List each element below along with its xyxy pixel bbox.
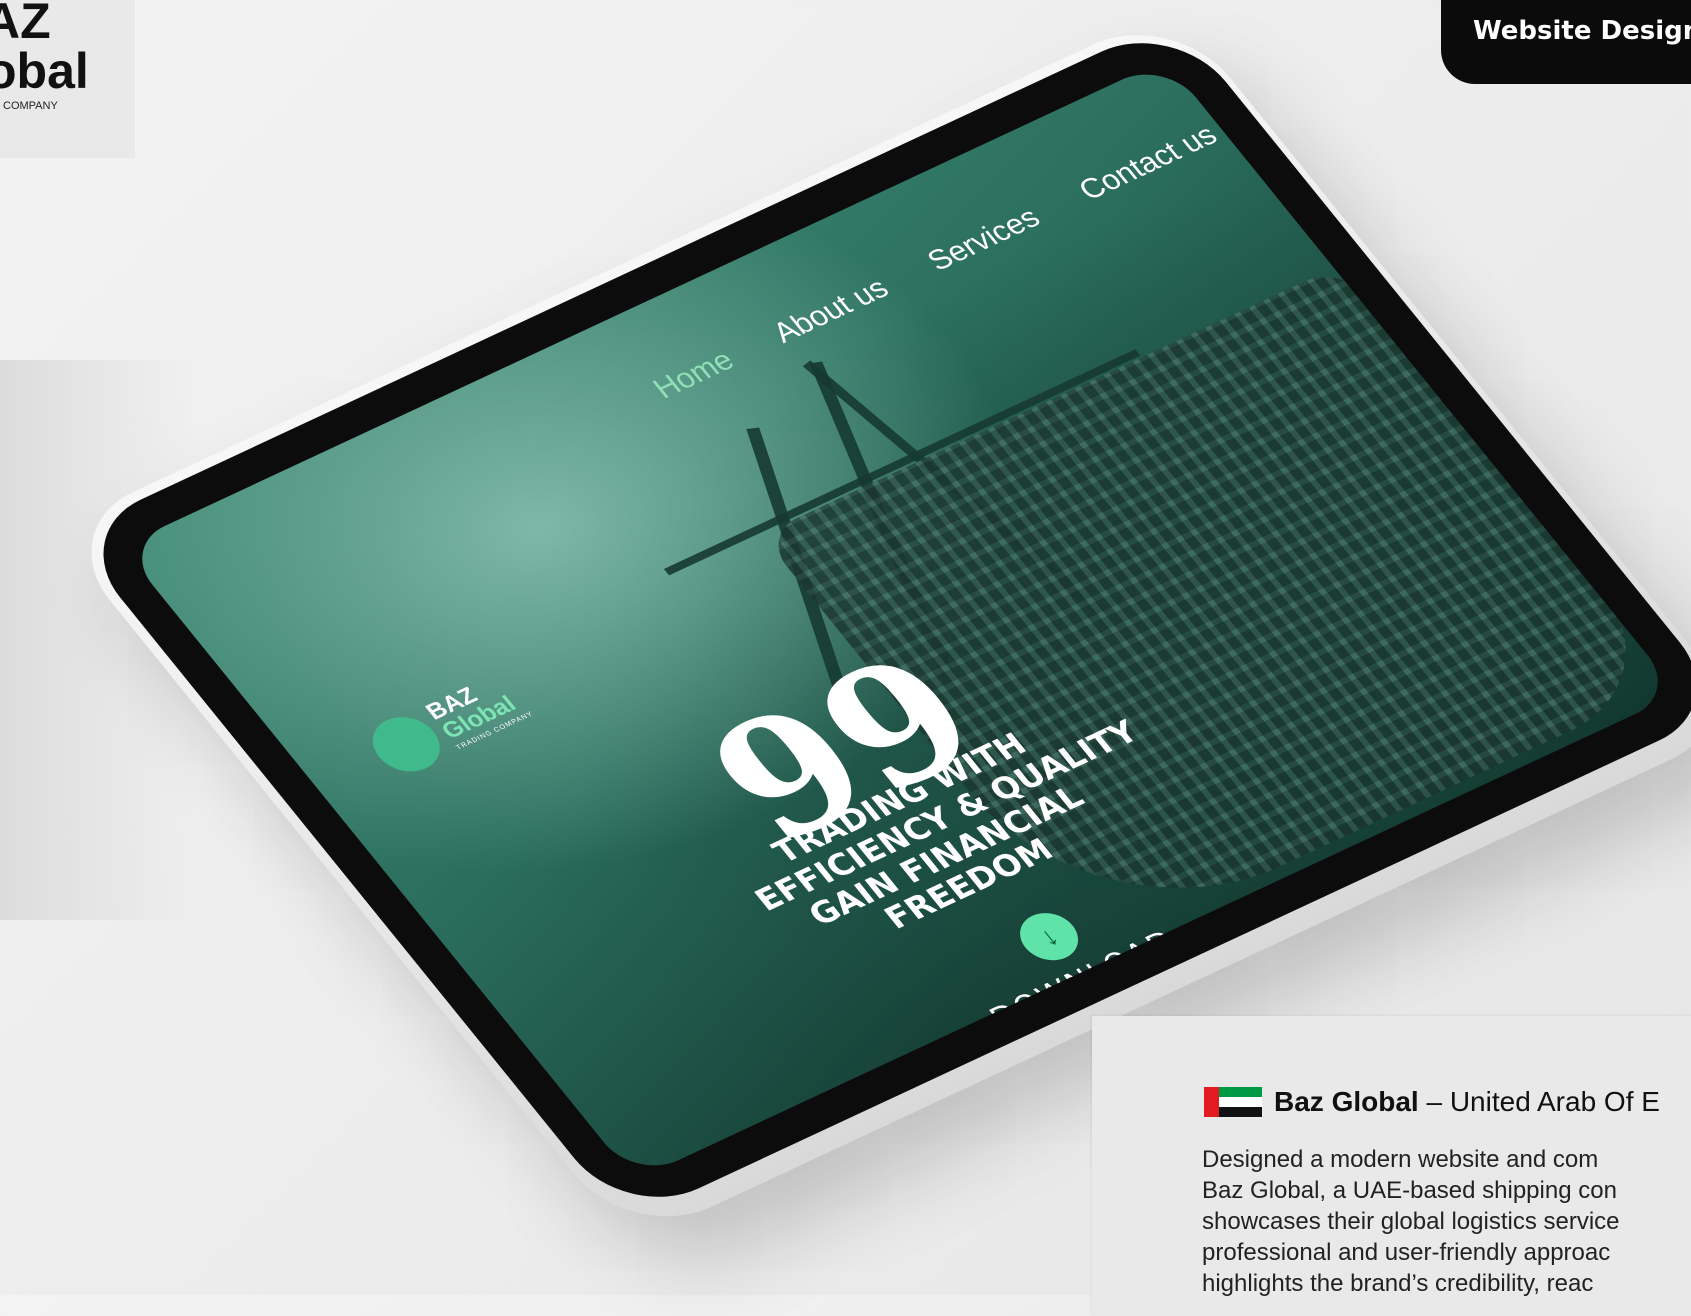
arrow-down-icon[interactable]: ↓ bbox=[1008, 904, 1090, 969]
brand-logo-card: AZ obal COMPANY bbox=[0, 0, 135, 158]
project-name: Baz Global bbox=[1274, 1086, 1419, 1117]
project-info-card: Baz Global – United Arab Of E Designed a… bbox=[1092, 1016, 1691, 1316]
project-heading: Baz Global – United Arab Of E bbox=[1204, 1086, 1660, 1118]
mockup-logo[interactable]: BAZ Global TRADING COMPANY bbox=[359, 669, 536, 781]
logo-text: BAZ Global TRADING COMPANY bbox=[421, 670, 535, 752]
description-line: professional and user-friendly approac bbox=[1202, 1239, 1611, 1266]
description-line: highlights the brand’s credibility, reac bbox=[1202, 1270, 1594, 1297]
logo-line-3: COMPANY bbox=[3, 100, 58, 112]
project-title: Baz Global – United Arab Of E bbox=[1274, 1086, 1660, 1118]
description-line: Designed a modern website and com bbox=[1202, 1146, 1599, 1173]
tablet-mockup-wrap: Home About us Services Contact us BAZ Gl… bbox=[0, 7, 1691, 1245]
tablet-screen: Home About us Services Contact us BAZ Gl… bbox=[121, 59, 1679, 1181]
nav-services[interactable]: Services bbox=[921, 202, 1047, 278]
category-tag: Website Design bbox=[1441, 0, 1691, 84]
uae-flag-icon bbox=[1204, 1087, 1262, 1117]
project-location: – United Arab Of E bbox=[1418, 1086, 1660, 1117]
nav-home[interactable]: Home bbox=[647, 345, 742, 406]
project-description: Designed a modern website and com Baz Gl… bbox=[1202, 1144, 1691, 1299]
nav-contact[interactable]: Contact us bbox=[1072, 119, 1224, 207]
logo-line-1: AZ bbox=[0, 0, 51, 49]
logo-line-2: obal bbox=[0, 43, 89, 99]
description-line: Baz Global, a UAE-based shipping con bbox=[1202, 1177, 1617, 1204]
nav-about[interactable]: About us bbox=[767, 272, 896, 349]
description-line: showcases their global logistics service bbox=[1202, 1208, 1620, 1235]
